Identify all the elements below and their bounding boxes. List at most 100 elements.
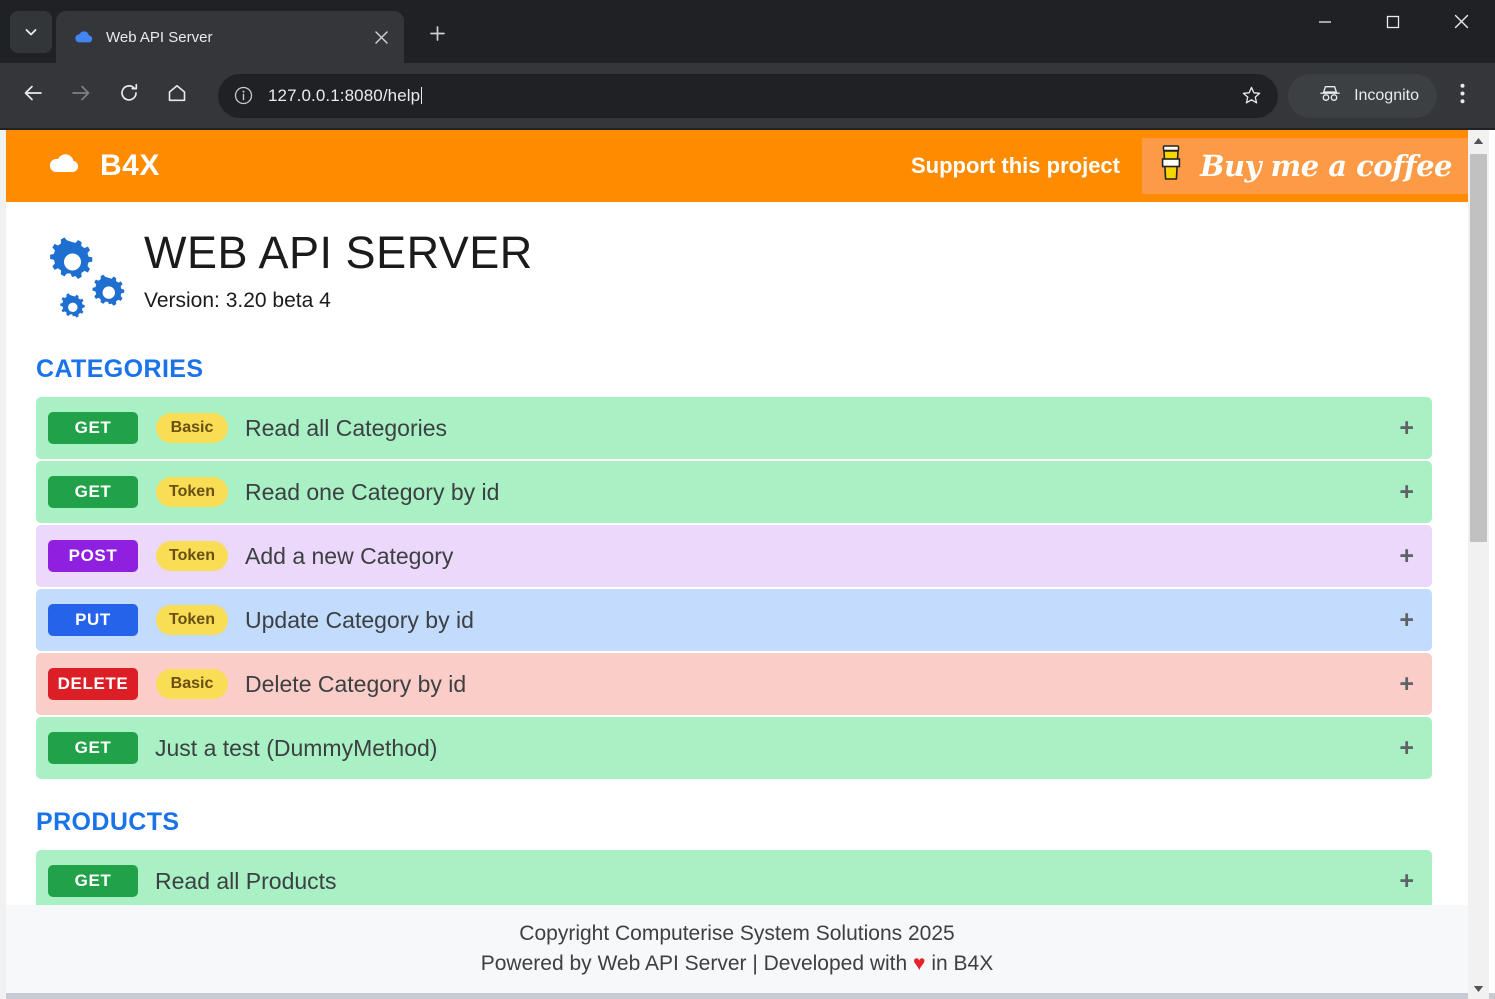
scroll-down-button[interactable] [1468, 978, 1489, 999]
url-text[interactable]: 127.0.0.1:8080/help [268, 86, 1232, 106]
auth-badge: Basic [156, 669, 228, 699]
home-button[interactable] [156, 75, 198, 117]
heart-icon: ♥ [913, 952, 925, 975]
footer-in-b4x-text: in B4X [926, 952, 994, 975]
gears-icon [42, 234, 130, 326]
chevron-down-icon [23, 24, 39, 40]
home-icon [166, 82, 188, 109]
endpoint-label: Read all Categories [245, 415, 447, 442]
kebab-menu-icon [1460, 83, 1465, 109]
footer-copyright: Copyright Computerise System Solutions 2… [519, 919, 954, 949]
page-content: WEB API SERVER Version: 3.20 beta 4 CATE… [0, 202, 1495, 976]
buy-me-a-coffee-button[interactable]: Buy me a coffee [1142, 138, 1468, 194]
method-badge: GET [48, 865, 138, 897]
endpoint-label: Delete Category by id [245, 671, 466, 698]
incognito-indicator[interactable]: Incognito [1288, 74, 1437, 118]
close-icon [1454, 14, 1469, 34]
tab-strip: Web API Server [0, 0, 1495, 63]
brand-name: B4X [100, 149, 160, 183]
minimize-icon [1318, 15, 1332, 34]
browser-menu-button[interactable] [1441, 75, 1483, 117]
method-badge: DELETE [48, 668, 138, 700]
coffee-cup-icon [1156, 144, 1186, 189]
browser-tab[interactable]: Web API Server [56, 11, 404, 63]
plus-icon [429, 25, 446, 47]
forward-button[interactable] [60, 75, 102, 117]
auth-badge: Basic [156, 413, 228, 443]
auth-badge: Token [156, 605, 228, 635]
bookmark-star-icon[interactable] [1232, 77, 1270, 115]
endpoint-label: Add a new Category [245, 543, 453, 570]
method-badge: GET [48, 476, 138, 508]
method-badge: PUT [48, 604, 138, 636]
page-scrollbar[interactable] [1468, 130, 1489, 999]
site-brand[interactable]: B4X [46, 149, 160, 183]
page-title-block: WEB API SERVER Version: 3.20 beta 4 [36, 202, 1432, 326]
page-viewport: B4X Support this project Buy me a coffee [0, 130, 1495, 999]
forward-arrow-icon [70, 82, 92, 109]
auth-badge: Token [156, 477, 228, 507]
window-close-button[interactable] [1427, 0, 1495, 48]
auth-badge: Token [156, 541, 228, 571]
page-title: WEB API SERVER [144, 230, 533, 275]
scroll-up-button[interactable] [1468, 130, 1489, 151]
endpoint-row[interactable]: GET Read all Products + [36, 850, 1432, 912]
scrollbar-thumb[interactable] [1470, 154, 1487, 542]
window-maximize-button[interactable] [1359, 0, 1427, 48]
section-title-categories: CATEGORIES [36, 355, 1432, 384]
back-arrow-icon [22, 82, 44, 109]
endpoint-row[interactable]: GET Basic Read all Categories + [36, 397, 1432, 459]
window-minimize-button[interactable] [1291, 0, 1359, 48]
new-tab-button[interactable] [418, 17, 456, 55]
reload-icon [118, 82, 140, 109]
expand-plus-icon[interactable]: + [1385, 544, 1414, 569]
site-footer: Copyright Computerise System Solutions 2… [6, 905, 1468, 993]
method-badge: POST [48, 540, 138, 572]
endpoint-row[interactable]: DELETE Basic Delete Category by id + [36, 653, 1432, 715]
tab-title: Web API Server [106, 29, 368, 46]
endpoint-row[interactable]: PUT Token Update Category by id + [36, 589, 1432, 651]
expand-plus-icon[interactable]: + [1385, 736, 1414, 761]
window-bottom-edge [0, 993, 1495, 999]
cloud-favicon-icon [74, 27, 94, 47]
tab-search-button[interactable] [10, 11, 52, 53]
cloud-logo-icon [46, 151, 82, 182]
expand-plus-icon[interactable]: + [1385, 608, 1414, 633]
endpoint-row[interactable]: GET Token Read one Category by id + [36, 461, 1432, 523]
endpoint-row[interactable]: GET Just a test (DummyMethod) + [36, 717, 1432, 779]
back-button[interactable] [12, 75, 54, 117]
expand-plus-icon[interactable]: + [1385, 480, 1414, 505]
expand-plus-icon[interactable]: + [1385, 416, 1414, 441]
endpoint-label: Update Category by id [245, 607, 474, 634]
site-header: B4X Support this project Buy me a coffee [0, 130, 1468, 202]
endpoint-row[interactable]: POST Token Add a new Category + [36, 525, 1432, 587]
title-text-group: WEB API SERVER Version: 3.20 beta 4 [144, 230, 533, 313]
site-info-icon[interactable] [228, 81, 258, 111]
header-right-group: Support this project Buy me a coffee [911, 138, 1468, 194]
endpoint-label: Just a test (DummyMethod) [155, 735, 437, 762]
section-title-products: PRODUCTS [36, 808, 1432, 837]
support-project-text: Support this project [911, 153, 1120, 179]
page-version: Version: 3.20 beta 4 [144, 289, 533, 313]
incognito-label: Incognito [1354, 87, 1419, 105]
endpoint-label: Read all Products [155, 868, 337, 895]
endpoint-label: Read one Category by id [245, 479, 499, 506]
scroll-up-arrow-icon [1473, 132, 1484, 150]
coffee-button-label: Buy me a coffee [1200, 149, 1452, 183]
window-controls [1291, 0, 1495, 48]
method-badge: GET [48, 732, 138, 764]
maximize-icon [1386, 15, 1400, 34]
expand-plus-icon[interactable]: + [1385, 672, 1414, 697]
method-badge: GET [48, 412, 138, 444]
address-bar[interactable]: 127.0.0.1:8080/help [218, 74, 1278, 118]
browser-window: Web API Server [0, 0, 1495, 999]
expand-plus-icon[interactable]: + [1385, 869, 1414, 894]
footer-powered-text: Powered by Web API Server | Developed wi… [481, 952, 913, 975]
scroll-down-arrow-icon [1473, 980, 1484, 998]
reload-button[interactable] [108, 75, 150, 117]
tab-close-icon[interactable] [368, 24, 394, 50]
browser-toolbar: 127.0.0.1:8080/help Incognito [0, 63, 1495, 128]
viewport-left-edge [0, 130, 6, 999]
incognito-icon [1318, 83, 1342, 108]
footer-powered-by: Powered by Web API Server | Developed wi… [481, 949, 993, 979]
